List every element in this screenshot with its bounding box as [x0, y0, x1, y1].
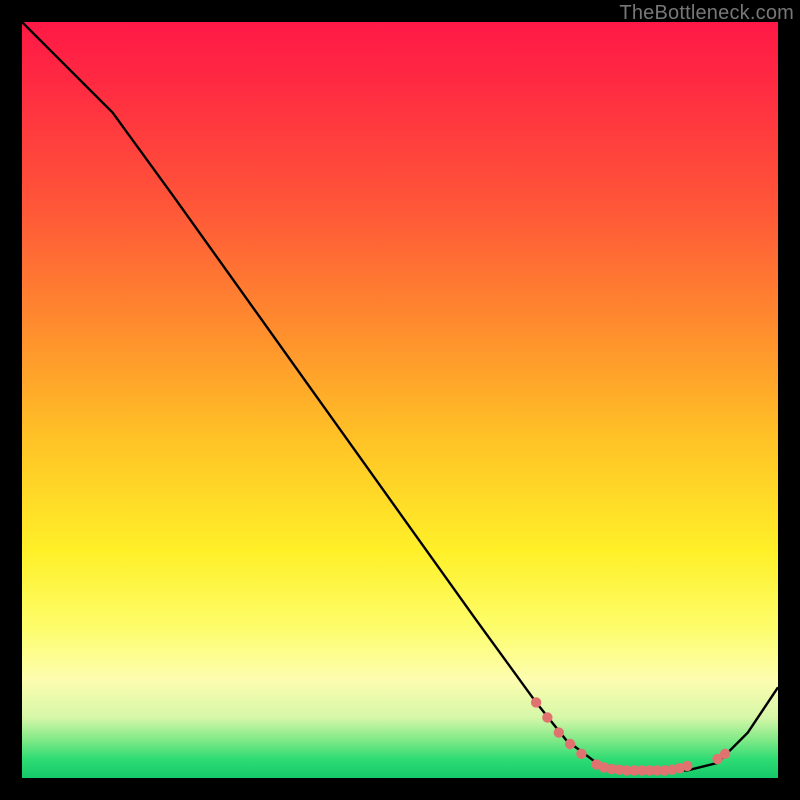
data-marker: [531, 697, 541, 707]
chart-frame: TheBottleneck.com: [0, 0, 800, 800]
marker-group: [531, 697, 730, 775]
data-marker: [720, 749, 730, 759]
data-marker: [565, 739, 575, 749]
data-marker: [542, 712, 552, 722]
data-marker: [576, 749, 586, 759]
data-marker: [682, 761, 692, 771]
plot-area: [22, 22, 778, 778]
watermark-text: TheBottleneck.com: [619, 2, 794, 25]
data-marker: [554, 727, 564, 737]
curve-path: [22, 22, 778, 770]
curve-svg: [22, 22, 778, 778]
